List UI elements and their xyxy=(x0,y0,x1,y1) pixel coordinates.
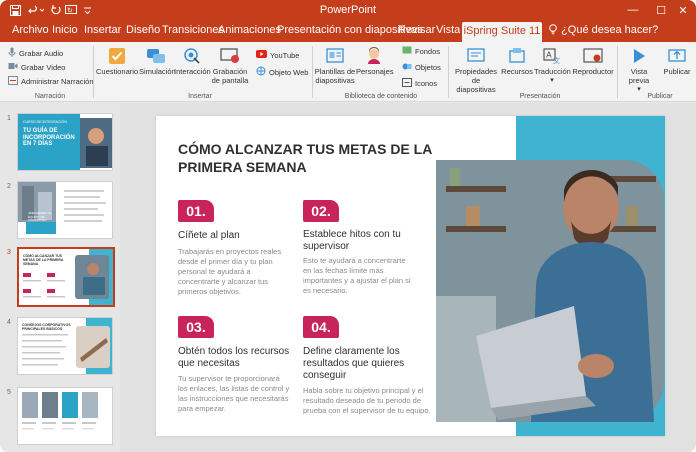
ribbon: Grabar Audio Grabar Video Administrar Na… xyxy=(0,42,696,102)
close-button[interactable]: ✕ xyxy=(672,2,694,18)
interaction-icon xyxy=(182,47,202,65)
record-video-button[interactable]: Grabar Video xyxy=(8,62,65,72)
maximize-button[interactable]: ☐ xyxy=(650,2,672,18)
point-body[interactable]: Habla sobre tu objetivo principal y el r… xyxy=(303,386,433,416)
point-body[interactable]: Esto te ayudará a concentrarte en las fe… xyxy=(303,256,415,296)
quiz-button[interactable]: Cuestionario xyxy=(96,47,138,76)
slide-templates-button[interactable]: Plantillas de diapositivas xyxy=(314,47,356,85)
point-body[interactable]: Trabajarás en proyectos reales desde el … xyxy=(178,247,288,297)
translation-icon: A文 xyxy=(542,47,562,65)
title-bar: ↻ PowerPoint — ☐ ✕ xyxy=(0,0,696,20)
tab-insertar[interactable]: Insertar xyxy=(84,24,121,36)
current-slide[interactable]: CÓMO ALCANZAR TUS METAS DE LA PRIMERA SE… xyxy=(156,116,665,436)
ribbon-separator xyxy=(617,46,618,98)
microphone-icon xyxy=(8,47,16,59)
narration-icon xyxy=(8,76,18,87)
powerpoint-window: ↻ PowerPoint — ☐ ✕ Archivo Inicio Insert… xyxy=(0,0,696,452)
interaction-button[interactable]: Interacción xyxy=(174,47,211,76)
icons-button[interactable]: Iconos xyxy=(402,78,437,89)
screen-record-icon xyxy=(220,47,240,65)
point-body[interactable]: Tu supervisor te proporcionará los enlac… xyxy=(178,374,290,414)
tab-inicio[interactable]: Inicio xyxy=(52,24,78,36)
slide-properties-icon xyxy=(466,47,486,65)
thumbnail-number: 3 xyxy=(7,249,11,256)
video-camera-icon xyxy=(8,62,18,72)
group-label-insertar: Insertar xyxy=(188,93,212,100)
slide-properties-button[interactable]: Propiedades de diapositivas xyxy=(452,47,500,94)
window-title: PowerPoint xyxy=(319,4,377,16)
thumbnail-slide-5[interactable] xyxy=(17,387,113,445)
ribbon-tabs: Archivo Inicio Insertar Diseño Transicio… xyxy=(0,20,696,42)
minimize-button[interactable]: — xyxy=(622,2,644,18)
tab-diseno[interactable]: Diseño xyxy=(126,24,160,36)
thumbnail-number: 4 xyxy=(7,319,11,326)
tell-me-search[interactable]: ¿Qué desea hacer? xyxy=(548,24,658,36)
slide-thumbnails-pane: 1 CURSO DE INTEGRACIÓN TU GUÍA DE INCORP… xyxy=(0,103,120,452)
point-number-badge: 01. xyxy=(178,200,214,222)
point-number-badge: 04. xyxy=(303,316,339,338)
thumbnail-number: 1 xyxy=(7,115,11,122)
point-number-badge: 02. xyxy=(303,200,339,222)
objects-button[interactable]: Objetos xyxy=(402,62,441,73)
resources-icon xyxy=(507,47,527,65)
characters-button[interactable]: Personajes xyxy=(356,47,394,76)
backgrounds-button[interactable]: Fondos xyxy=(402,46,440,56)
tab-archivo[interactable]: Archivo xyxy=(12,24,49,36)
publish-icon xyxy=(667,47,687,65)
svg-text:文: 文 xyxy=(553,56,560,65)
tab-ispring[interactable]: iSpring Suite 11 xyxy=(462,22,542,42)
tell-me-label: ¿Qué desea hacer? xyxy=(561,24,659,36)
group-label-publicar: Publicar xyxy=(647,93,673,100)
manage-narration-button[interactable]: Administrar Narración xyxy=(8,76,94,87)
screen-recording-button[interactable]: Grabación de pantalla xyxy=(210,47,250,85)
record-audio-button[interactable]: Grabar Audio xyxy=(8,47,63,59)
group-label-biblioteca: Biblioteca de contenido xyxy=(344,93,418,100)
web-object-button[interactable]: Objeto Web xyxy=(256,66,308,78)
thumbnail-number: 2 xyxy=(7,183,11,190)
group-label-narracion: Narración xyxy=(34,93,66,100)
svg-text:A: A xyxy=(546,51,552,60)
translation-button[interactable]: A文 Traducción ▾ xyxy=(534,47,571,85)
backgrounds-icon xyxy=(402,46,412,56)
simulation-button[interactable]: Simulación xyxy=(139,47,176,76)
play-icon xyxy=(629,47,649,65)
thumbnail-slide-4[interactable]: CONSEJOS CORPORATIVOS PRINCIPALES BÁSICO… xyxy=(17,317,113,375)
youtube-button[interactable]: YouTube xyxy=(256,50,299,60)
point-title[interactable]: Define claramente los resultados que qui… xyxy=(303,346,423,382)
thumbnail-slide-2[interactable]: ¡BIENVENIDO AL EQUIPO DE MARKETING! xyxy=(17,181,113,239)
slide-templates-icon xyxy=(325,47,345,65)
lightbulb-icon xyxy=(548,24,561,36)
ribbon-separator xyxy=(312,46,313,98)
quiz-icon xyxy=(107,47,127,65)
publish-button[interactable]: Publicar xyxy=(660,47,694,76)
slide-title[interactable]: CÓMO ALCANZAR TUS METAS DE LA PRIMERA SE… xyxy=(178,140,438,176)
point-number-badge: 03. xyxy=(178,316,214,338)
thumbnail-slide-3-selected[interactable]: CÓMO ALCANZAR TUS METAS DE LA PRIMERA SE… xyxy=(17,247,115,307)
point-title[interactable]: Cíñete al plan xyxy=(178,230,278,242)
ribbon-separator xyxy=(448,46,449,98)
player-button[interactable]: Reproductor xyxy=(572,47,614,76)
tab-transiciones[interactable]: Transiciones xyxy=(162,24,224,36)
slide-photo[interactable] xyxy=(436,116,665,436)
tab-revisar[interactable]: Revisar xyxy=(398,24,435,36)
resources-button[interactable]: Recursos xyxy=(500,47,534,76)
group-label-presentacion: Presentación xyxy=(519,93,561,100)
character-icon xyxy=(364,47,384,65)
tab-animaciones[interactable]: Animaciones xyxy=(218,24,281,36)
point-title[interactable]: Obtén todos los recursos que necesitas xyxy=(178,346,293,370)
preview-button[interactable]: Vista previa ▾ xyxy=(620,47,658,94)
icons-icon xyxy=(402,78,412,89)
thumbnail-number: 5 xyxy=(7,389,11,396)
translation-dropdown-icon[interactable]: ▾ xyxy=(534,76,570,85)
player-icon xyxy=(583,47,603,65)
tab-vista[interactable]: Vista xyxy=(436,24,460,36)
web-object-icon xyxy=(256,66,266,78)
point-title[interactable]: Establece hitos con tu supervisor xyxy=(303,229,413,253)
youtube-icon xyxy=(256,50,267,60)
ribbon-separator xyxy=(93,46,94,98)
thumbnail-slide-1[interactable]: CURSO DE INTEGRACIÓN TU GUÍA DE INCORPOR… xyxy=(17,113,113,171)
simulation-icon xyxy=(146,47,166,65)
objects-icon xyxy=(402,62,412,73)
